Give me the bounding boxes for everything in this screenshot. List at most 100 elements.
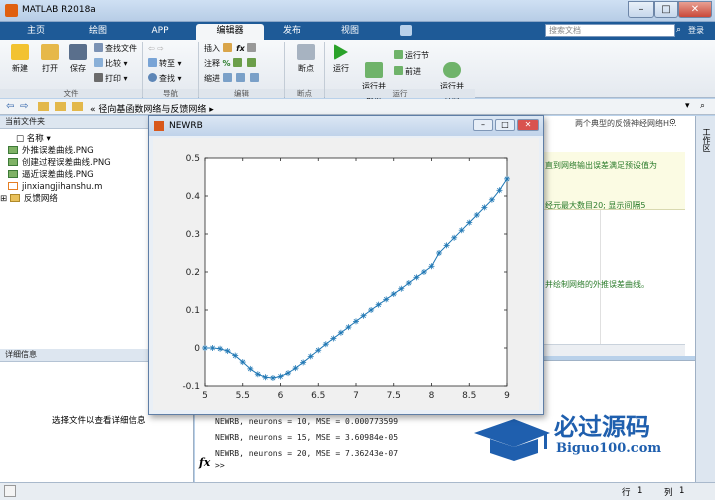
file-icon: □ [16,134,27,144]
tab-view[interactable]: 视图 [322,22,378,40]
comment-toggle-icon[interactable] [233,58,243,67]
breadcrumb[interactable]: « 径向基函数网络与反馈网络 ▸ [90,102,214,115]
code-comment: 直到网络输出误差满足预设值为 [545,161,657,170]
compare-button[interactable]: 比较 ▾ [94,58,128,69]
list-item[interactable]: ⊞ 反馈网络 [0,194,58,205]
save-label: 保存 [70,64,86,73]
print-label: 打印 [105,74,121,83]
code-comment: 经元最大数目20; 显示间隔5 [545,201,646,210]
y-tick-label: 0 [194,344,200,354]
back-arrow-icon[interactable]: ⇦ [6,101,14,112]
folder-icon [72,102,83,111]
editor-tab[interactable]: 两个典型的反馈神经网络H... [575,118,677,129]
name-column-header[interactable]: □ 名称 ▾ [16,132,51,144]
insert-more-icon[interactable] [247,43,257,52]
figure-window[interactable]: NEWRB – □ ✕ 5 5.5 6 6.5 7 7.5 8 8.5 9 -0.1 0 0.1 0.2… [148,115,544,415]
figure-title: NEWRB [169,121,203,131]
list-item[interactable]: jinxiangjihanshu.m [8,182,102,193]
editor-chevron-icon[interactable]: ⊙ [669,117,676,126]
search-input[interactable]: 搜索文档 [545,24,675,37]
percent-icon[interactable]: % [223,59,231,68]
new-label: 新建 [12,64,28,73]
figure-close-button[interactable]: ✕ [517,119,539,131]
nav-back-forward[interactable]: ⇦ ⇨ [148,43,164,54]
figure-maximize-button[interactable]: □ [495,119,515,131]
quick-access-icon[interactable] [400,25,412,36]
goto-button[interactable]: 转至 ▾ [148,58,182,69]
advance-button[interactable]: 前进 [394,66,421,77]
tab-editor[interactable]: 编辑器 [196,24,264,40]
advance-icon [394,66,403,75]
list-item[interactable]: 逼近误差曲线.PNG [8,170,94,181]
tab-home[interactable]: 主页 [8,22,64,40]
run-time-icon [443,62,461,78]
indent-button[interactable]: 缩进 [204,73,261,84]
code-comment: 并绘制网络的外推误差曲线。 [545,280,649,289]
breakpoints-label: 断点 [298,64,314,73]
tab-publish[interactable]: 发布 [264,22,320,40]
find-button[interactable]: 查找 ▾ [148,73,182,84]
image-file-icon [8,170,18,178]
line-chart: 5 5.5 6 6.5 7 7.5 8 8.5 9 -0.1 0 0.1 0.2 0.3 0.4 0.5 [182,154,510,401]
list-item[interactable]: 创建过程误差曲线.PNG [8,158,111,169]
login-link[interactable]: 登录 [688,25,704,36]
breakpoints-button[interactable]: 断点 [290,44,322,74]
x-tick-label: 6 [278,391,284,401]
name-column-label: 名称 [26,134,44,144]
editor-toolstrip: 新建 打开 保存 查找文件 比较 ▾ 打印 ▾ ⇦ ⇨ 转至 ▾ 查找 ▾ 插入… [0,40,715,102]
fx-icon[interactable]: fx [236,44,245,53]
run-button[interactable]: 运行 [328,44,354,74]
close-button[interactable]: ✕ [678,1,712,18]
compare-label: 比较 [105,59,121,68]
list-item[interactable]: 外推误差曲线.PNG [8,146,94,157]
smart-indent-icon[interactable] [222,73,232,82]
search-icon[interactable]: ⌕ [676,24,688,37]
chevron-down-icon[interactable]: ▾ [685,101,690,111]
tab-apps[interactable]: APP [132,22,188,40]
tab-plots[interactable]: 绘图 [70,22,126,40]
x-tick-label: 9 [504,391,510,401]
save-button[interactable]: 保存 [64,44,92,74]
indent-icon[interactable] [236,73,246,82]
open-button[interactable]: 打开 [36,44,64,74]
y-tick-label: 0.1 [186,306,200,316]
comment-button[interactable]: 注释 % [204,58,258,69]
section-edit: 编辑 [199,89,284,98]
print-button[interactable]: 打印 ▾ [94,73,128,84]
expand-icon[interactable]: ⊞ [0,194,10,204]
browse-folder-icon[interactable] [55,102,66,111]
command-prompt[interactable]: >> [215,461,225,470]
section-file: 文件 [0,89,142,98]
goto-label: 转至 [159,59,175,68]
file-name: 外推误差曲线.PNG [22,146,94,156]
folder-icon [9,194,20,202]
folder-name: 反馈网络 [23,194,58,204]
indent-label: 缩进 [204,74,220,83]
x-tick-label: 7 [353,391,359,401]
watermark-url: Biguo100.com [556,441,662,456]
new-button[interactable]: 新建 [6,44,34,74]
run-section-label: 运行节 [405,51,429,60]
find-files-button[interactable]: 查找文件 [94,43,137,54]
uncomment-icon[interactable] [246,58,256,67]
maximize-button[interactable]: □ [654,1,678,18]
row-value: 1 [637,486,643,496]
run-section-button[interactable]: 运行节 [394,50,429,61]
path-search-icon[interactable]: ⌕ [700,101,705,111]
run-label: 运行 [333,64,349,73]
insert-button[interactable]: 插入 fx [204,43,258,54]
minimize-button[interactable]: – [628,1,654,18]
run-section-icon [394,50,403,59]
figure-minimize-button[interactable]: – [473,119,493,131]
data-point [315,347,322,354]
up-folder-icon[interactable] [38,102,49,111]
forward-arrow-icon[interactable]: ⇨ [20,101,28,112]
fx-prompt-icon[interactable]: fx [199,456,210,469]
outdent-icon[interactable] [249,73,259,82]
section-run: 运行 [325,89,475,98]
figure-title-bar[interactable]: NEWRB – □ ✕ [149,116,543,136]
find-icon [148,73,157,82]
folder-open-icon [41,44,59,60]
x-tick-label: 5 [202,391,208,401]
watermark-title: 必过源码 [554,413,650,441]
